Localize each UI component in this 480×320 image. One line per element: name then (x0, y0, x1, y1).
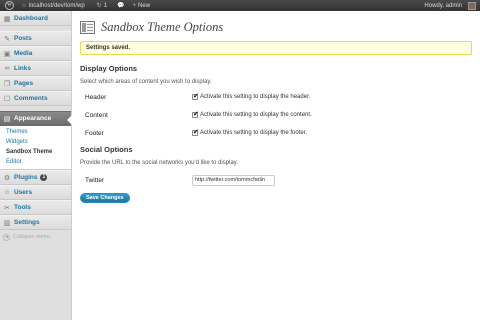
menu-comments[interactable]: ☐ Comments (0, 91, 71, 106)
avatar[interactable] (468, 1, 476, 10)
menu-label: Plugins (14, 174, 38, 181)
footer-checkbox[interactable] (192, 128, 199, 136)
menu-plugins[interactable]: ⚙ Plugins 1 (0, 170, 71, 185)
menu-media[interactable]: ▣ Media (0, 46, 71, 61)
menu-settings[interactable]: ▥ Settings (0, 215, 71, 230)
submenu-sandbox-theme[interactable]: Sandbox Theme (0, 147, 71, 157)
dashboard-icon: ▦ (3, 15, 11, 23)
home-icon: ⌂ (22, 2, 26, 9)
theme-options-icon (80, 20, 95, 34)
content-checkbox-field[interactable]: Activate this setting to display the con… (192, 110, 312, 118)
howdy-account-link[interactable]: Howdy, admin (421, 0, 465, 11)
site-url-text: localhost/dev/tom/wp (28, 2, 85, 9)
plugin-icon: ⚙ (3, 174, 11, 182)
header-setting-row: Header Activate this setting to display … (80, 88, 474, 106)
footer-checkbox-field[interactable]: Activate this setting to display the foo… (192, 128, 308, 136)
plus-icon: + (132, 2, 137, 9)
collapse-menu-button[interactable]: ◂ Collapse menu (0, 230, 71, 244)
page-header: Sandbox Theme Options (80, 17, 474, 37)
updates-link[interactable]: ↻ 1 (94, 0, 110, 11)
tools-icon: ✂ (4, 204, 10, 212)
settings-saved-notice: Settings saved. (80, 41, 472, 55)
header-label: Header (85, 93, 107, 101)
menu-posts[interactable]: ✎ Posts (0, 31, 71, 46)
header-checkbox[interactable] (192, 92, 199, 100)
refresh-icon: ↻ (96, 3, 102, 9)
footer-checkbox-text: Activate this setting to display the foo… (200, 130, 308, 136)
menu-label: Comments (14, 95, 48, 102)
twitter-label: Twitter (85, 176, 105, 184)
page-title: Sandbox Theme Options (101, 19, 224, 34)
plugins-update-badge: 1 (40, 174, 48, 181)
admin-bar: W ⌂ localhost/dev/tom/wp ↻ 1 💬 + New How… (0, 0, 480, 11)
menu-label: Media (14, 50, 33, 57)
new-label: New (138, 2, 151, 9)
pin-icon: ✎ (4, 35, 10, 43)
appearance-submenu: Themes Widgets Sandbox Theme Editor (0, 126, 71, 170)
content-setting-row: Content Activate this setting to display… (80, 106, 474, 124)
menu-label: Tools (14, 204, 31, 211)
content-label: Content (85, 111, 108, 119)
menu-label: Appearance (14, 115, 52, 122)
menu-dashboard[interactable]: ▦ Dashboard (0, 11, 71, 26)
menu-users[interactable]: ☺ Users (0, 185, 71, 200)
twitter-setting-row: Twitter http://twitter.com/tommcfarlin (80, 170, 474, 190)
collapse-label: Collapse menu (13, 234, 50, 240)
menu-tools[interactable]: ✂ Tools (0, 200, 71, 215)
display-options-description: Select which areas of content you wish t… (80, 79, 212, 85)
display-options-heading: Display Options (80, 64, 138, 73)
social-options-description: Provide the URL to the social networks y… (80, 160, 238, 166)
menu-label: Users (14, 189, 33, 196)
wordpress-icon: W (5, 1, 14, 10)
menu-links[interactable]: ∞ Links (0, 61, 71, 76)
header-checkbox-text: Activate this setting to display the hea… (200, 94, 311, 100)
menu-label: Dashboard (14, 15, 48, 22)
pages-icon: ❐ (3, 80, 11, 88)
media-icon: ▣ (3, 50, 11, 58)
comment-icon: ☐ (3, 95, 11, 103)
submenu-themes[interactable]: Themes (0, 127, 71, 137)
footer-setting-row: Footer Activate this setting to display … (80, 124, 474, 142)
menu-appearance[interactable]: ▤ Appearance (0, 111, 72, 126)
site-name-link[interactable]: ⌂ localhost/dev/tom/wp (17, 0, 88, 11)
main-content: Sandbox Theme Options Settings saved. Di… (80, 11, 474, 203)
updates-count: 1 (103, 2, 108, 9)
wordpress-logo[interactable]: W (0, 0, 17, 11)
submenu-editor[interactable]: Editor (0, 157, 71, 167)
link-icon: ∞ (4, 65, 10, 72)
menu-label: Pages (14, 80, 34, 87)
notice-text: Settings saved. (86, 45, 131, 51)
social-options-heading: Social Options (80, 145, 133, 154)
menu-label: Posts (14, 35, 32, 42)
collapse-arrow-icon: ◂ (3, 233, 10, 241)
users-icon: ☺ (3, 189, 11, 196)
content-checkbox-text: Activate this setting to display the con… (200, 112, 312, 118)
save-changes-button[interactable]: Save Changes (80, 193, 130, 203)
content-checkbox[interactable] (192, 110, 199, 118)
footer-label: Footer (85, 129, 104, 137)
twitter-url-input[interactable]: http://twitter.com/tommcfarlin (192, 174, 275, 186)
submenu-widgets[interactable]: Widgets (0, 137, 71, 147)
menu-label: Links (14, 65, 31, 72)
header-checkbox-field[interactable]: Activate this setting to display the hea… (192, 92, 311, 100)
new-content-link[interactable]: + New (130, 0, 154, 11)
settings-icon: ▥ (3, 219, 11, 227)
admin-sidebar-menu: ▦ Dashboard ✎ Posts ▣ Media ∞ Links ❐ Pa… (0, 11, 72, 320)
appearance-icon: ▤ (3, 115, 11, 123)
comment-bubble-icon: 💬 (117, 3, 125, 9)
menu-label: Settings (14, 219, 40, 226)
comments-link[interactable]: 💬 (114, 0, 127, 11)
menu-pages[interactable]: ❐ Pages (0, 76, 71, 91)
